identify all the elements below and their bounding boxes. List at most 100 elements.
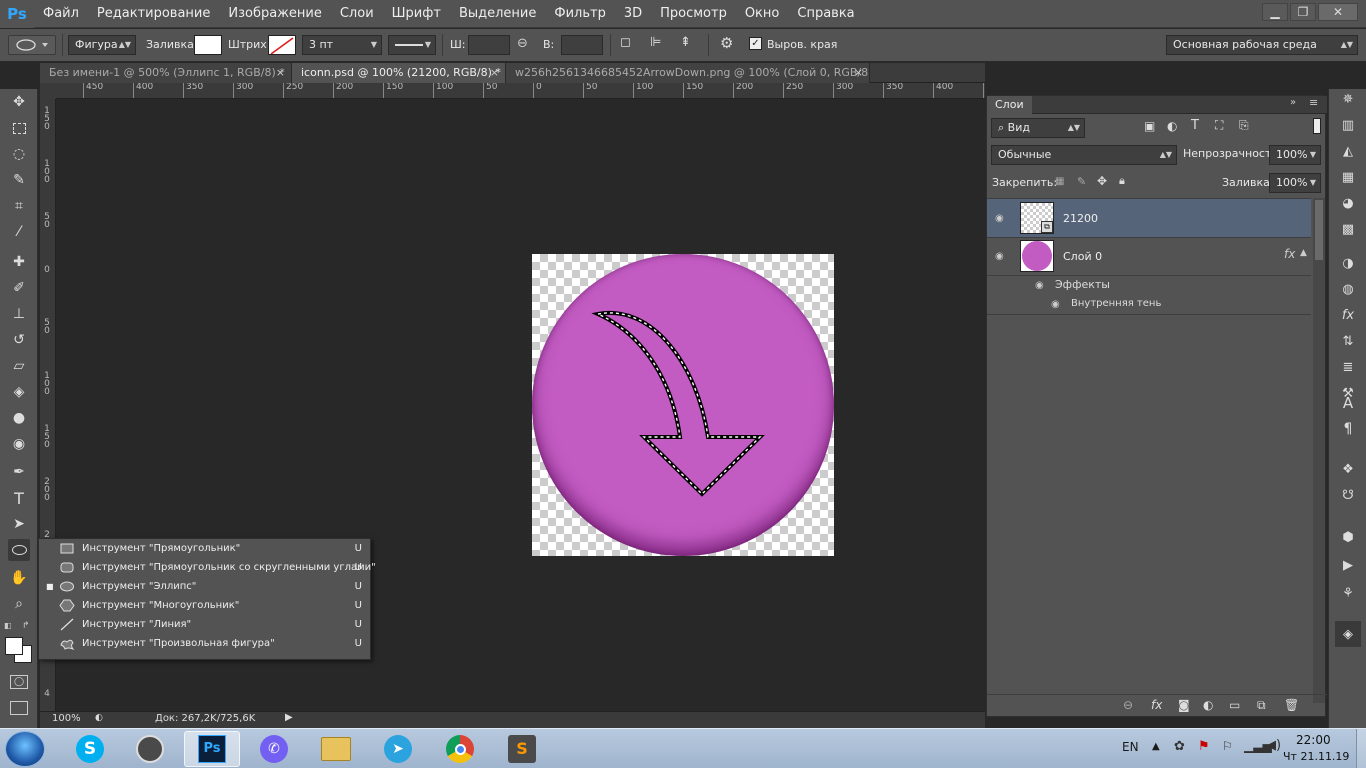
width-input[interactable] — [468, 35, 510, 55]
tab-arrowdown[interactable]: w256h2561346685452ArrowDown.png @ 100% (… — [506, 63, 870, 83]
filter-toggle[interactable] — [1313, 118, 1321, 134]
adjustment-layer-icon[interactable]: ◐ — [1203, 698, 1213, 712]
layers-panel-icon[interactable]: ◈ — [1335, 621, 1361, 647]
tray-security-icon[interactable]: ⚑ — [1198, 739, 1210, 754]
visibility-eye-icon[interactable]: ◉ — [995, 251, 1009, 262]
path-alignment-icon[interactable]: ⊫ — [650, 35, 661, 50]
tab-layers[interactable]: Слои — [987, 96, 1032, 114]
history-brush-tool[interactable]: ↺ — [8, 329, 30, 351]
ellipse-tool[interactable] — [8, 539, 30, 561]
taskbar-telegram[interactable]: ➤ — [370, 731, 426, 767]
marquee-tool[interactable] — [8, 117, 30, 139]
effect-row-inner-shadow[interactable]: ◉ Внутренняя тень — [987, 295, 1311, 315]
close-tab-icon[interactable]: × — [276, 63, 285, 83]
status-menu-arrow-icon[interactable]: ▶ — [285, 712, 293, 723]
taskbar-explorer[interactable] — [308, 731, 364, 767]
trash-icon[interactable]: 🗑︎ — [1284, 698, 1299, 712]
taskbar-chrome[interactable] — [432, 731, 488, 767]
healing-brush-tool[interactable]: ✚ — [8, 251, 30, 273]
height-input[interactable] — [561, 35, 603, 55]
dodge-tool[interactable]: ◉ — [8, 433, 30, 455]
filter-smart-object-icon[interactable]: ⎘ — [1239, 118, 1249, 133]
tray-expand-icon[interactable]: ▲ — [1152, 741, 1160, 752]
visibility-eye-icon[interactable]: ◉ — [1035, 280, 1049, 291]
styles-icon[interactable]: ▩ — [1338, 219, 1358, 239]
color-palette-icon[interactable]: ◕ — [1338, 193, 1358, 213]
expand-effects-icon[interactable]: ▲ — [1300, 248, 1307, 258]
stroke-width-select[interactable]: 3 пт ▼ — [302, 35, 382, 55]
ruler-origin[interactable] — [40, 83, 56, 99]
language-indicator[interactable]: EN — [1122, 740, 1139, 754]
workspace-select[interactable]: Основная рабочая среда ▲▼ — [1166, 35, 1358, 55]
clone-source-icon[interactable]: ☋ — [1338, 485, 1358, 505]
crop-tool[interactable]: ⌗ — [8, 195, 30, 217]
lock-all-icon[interactable]: 🔒︎ — [1119, 174, 1125, 188]
tray-app-icon[interactable]: ✿ — [1174, 739, 1185, 754]
flyout-item-rounded-rectangle[interactable]: Инструмент "Прямоугольник со скругленным… — [39, 558, 376, 577]
layer-row-21200[interactable]: ◉ ⧉ 21200 — [987, 198, 1311, 238]
tool-preset-picker[interactable] — [8, 35, 56, 55]
move-tool[interactable]: ✥ — [8, 91, 30, 113]
paths-icon[interactable]: ⇅ — [1338, 331, 1358, 351]
eyedropper-tool[interactable]: ⁄ — [8, 221, 30, 243]
taskbar-viber[interactable]: ✆ — [246, 731, 302, 767]
swap-colors-icon[interactable]: ↱ — [22, 621, 32, 631]
menu-type[interactable]: Шрифт — [383, 0, 450, 28]
clone-stamp-tool[interactable]: ⊥ — [8, 303, 30, 325]
layer-row-sloy-0[interactable]: ◉ Слой 0 fx ▲ — [987, 238, 1311, 276]
blur-tool[interactable]: ● — [8, 407, 30, 429]
menu-help[interactable]: Справка — [788, 0, 863, 28]
taskbar-app[interactable] — [122, 731, 178, 767]
brush-presets-icon[interactable]: ⬢ — [1338, 527, 1358, 547]
pen-tool[interactable]: ✒ — [8, 461, 30, 483]
menu-3d[interactable]: 3D — [615, 0, 651, 28]
shape-mode-select[interactable]: Фигура ▲▼ — [68, 35, 136, 55]
gradient-tool[interactable]: ◈ — [8, 381, 30, 403]
new-layer-icon[interactable]: ⧉ — [1257, 698, 1266, 713]
menu-filter[interactable]: Фильтр — [545, 0, 614, 28]
stroke-type-select[interactable]: ▼ — [388, 35, 436, 55]
horizontal-ruler[interactable]: 450 400 350 300 250 200 150 100 50 0 50 100 150 200 25… — [56, 83, 985, 99]
panel-menu-icon[interactable]: ≡ — [1309, 96, 1318, 109]
filter-adjustment-icon[interactable]: ◐ — [1167, 119, 1177, 133]
fill-input[interactable]: 100% ▼ — [1269, 173, 1321, 193]
fx-effects-icon[interactable]: fx — [1338, 305, 1358, 325]
masks-icon[interactable]: ◍ — [1338, 279, 1358, 299]
lock-transparent-icon[interactable]: ▦ — [1055, 176, 1064, 187]
link-icon[interactable]: ⊖ — [517, 36, 528, 51]
volume-icon[interactable]: ◀) — [1266, 738, 1281, 753]
character-icon[interactable]: A — [1338, 393, 1358, 413]
lock-position-icon[interactable]: ✥ — [1097, 174, 1107, 188]
flyout-item-polygon[interactable]: Инструмент "Многоугольник" U — [39, 596, 372, 615]
histogram-graph-icon[interactable]: ◭ — [1338, 141, 1358, 161]
paragraph-icon[interactable]: ¶ — [1338, 419, 1358, 439]
menu-select[interactable]: Выделение — [450, 0, 545, 28]
restore-button[interactable]: ❐ — [1290, 3, 1316, 21]
history-icon[interactable]: ⚘ — [1338, 583, 1358, 603]
layers-scrollbar[interactable] — [1313, 198, 1325, 703]
path-arrangement-icon[interactable]: ⇞ — [680, 35, 691, 50]
fx-icon[interactable]: fx — [1284, 247, 1295, 261]
start-button[interactable] — [5, 731, 45, 767]
stroke-swatch[interactable] — [268, 35, 296, 55]
flyout-item-line[interactable]: Инструмент "Линия" U — [39, 615, 372, 634]
histogram-icon[interactable]: ▥ — [1338, 115, 1358, 135]
close-tab-icon[interactable]: × — [854, 63, 863, 83]
tab-iconn[interactable]: iconn.psd @ 100% (21200, RGB/8) * × — [292, 63, 506, 83]
hand-tool[interactable]: ✋ — [8, 567, 30, 589]
effects-row[interactable]: ◉ Эффекты — [987, 276, 1311, 295]
new-group-icon[interactable]: ▭ — [1229, 698, 1240, 712]
collapse-panel-icon[interactable]: » — [1290, 97, 1296, 108]
filter-pixel-icon[interactable]: ▣ — [1144, 119, 1155, 133]
visibility-eye-icon[interactable]: ◉ — [1051, 299, 1065, 310]
zoom-level[interactable]: 100% — [52, 713, 81, 724]
zoom-tool[interactable]: ⌕ — [8, 593, 30, 615]
show-desktop-button[interactable] — [1356, 729, 1366, 768]
add-style-icon[interactable]: fx — [1151, 698, 1162, 712]
quick-mask-icon[interactable]: ◯ — [10, 675, 28, 689]
menu-layers[interactable]: Слои — [331, 0, 383, 28]
taskbar-photoshop[interactable]: Ps — [184, 731, 240, 767]
quick-selection-tool[interactable]: ✎ — [8, 169, 30, 191]
foreground-color-swatch[interactable] — [5, 637, 23, 655]
action-center-icon[interactable]: ⚐ — [1222, 739, 1233, 753]
